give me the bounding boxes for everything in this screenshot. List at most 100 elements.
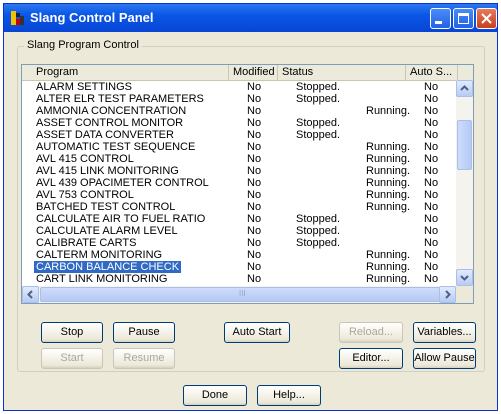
modified-value: No <box>247 93 262 105</box>
column-header-status[interactable]: Status <box>278 65 406 80</box>
arrow-left-icon <box>27 290 33 299</box>
app-icon <box>11 11 24 25</box>
allow-pause-button[interactable]: Allow Pause <box>413 348 476 369</box>
list-item[interactable]: CALCULATE AIR TO FUEL RATIO No Stopped. No <box>22 213 473 225</box>
slang-control-panel-window: Slang Control Panel Slang Program Contro… <box>3 3 498 411</box>
modified-value: No <box>247 141 262 153</box>
modified-value: No <box>247 225 262 237</box>
status-running: Running. <box>366 177 411 189</box>
column-header-program[interactable]: Program <box>22 65 229 80</box>
list-item[interactable]: AVL 753 CONTROL No Running. No <box>22 189 473 201</box>
list-item[interactable]: ASSET DATA CONVERTER No Stopped. No <box>22 129 473 141</box>
modified-value: No <box>247 261 262 273</box>
list-item[interactable]: ASSET CONTROL MONITOR No Stopped. No <box>22 117 473 129</box>
status-running: Running. <box>366 189 411 201</box>
program-name: CARBON BALANCE CHECK <box>34 261 182 273</box>
horizontal-scrollbar[interactable]: III <box>22 286 456 303</box>
list-header: Program Modified Status Auto S... <box>22 65 473 81</box>
auto-start-value: No <box>424 153 439 165</box>
auto-start-value: No <box>424 225 439 237</box>
maximize-icon <box>458 13 469 24</box>
list-item[interactable]: ALARM SETTINGS No Stopped. No <box>22 81 473 93</box>
modified-value: No <box>247 273 262 285</box>
modified-value: No <box>247 213 262 225</box>
auto-start-value: No <box>424 201 439 213</box>
auto-start-value: No <box>424 117 439 129</box>
minimize-button[interactable] <box>430 8 451 29</box>
resume-button[interactable]: Resume <box>113 348 175 369</box>
program-list[interactable]: Program Modified Status Auto S... ALARM … <box>21 64 474 304</box>
status-stopped: Stopped. <box>296 225 341 237</box>
variables-button[interactable]: Variables... <box>413 322 476 343</box>
program-name: BATCHED TEST CONTROL <box>36 201 176 213</box>
list-item[interactable]: CART LINK MONITORING No Running. No <box>22 273 473 285</box>
modified-value: No <box>247 165 262 177</box>
group-label: Slang Program Control <box>24 39 142 51</box>
list-item[interactable]: AVL 439 OPACIMETER CONTROL No Running. No <box>22 177 473 189</box>
stop-button[interactable]: Stop <box>41 322 103 343</box>
status-stopped: Stopped. <box>296 93 341 105</box>
status-running: Running. <box>366 153 411 165</box>
pause-button[interactable]: Pause <box>113 322 175 343</box>
program-name: CART LINK MONITORING <box>36 273 168 285</box>
modified-value: No <box>247 237 262 249</box>
program-name: AVL 753 CONTROL <box>36 189 134 201</box>
list-item[interactable]: AVL 415 CONTROL No Running. No <box>22 153 473 165</box>
auto-start-value: No <box>424 105 439 117</box>
program-name: ASSET DATA CONVERTER <box>36 129 174 141</box>
auto-start-value: No <box>424 189 439 201</box>
modified-value: No <box>247 105 262 117</box>
scroll-down-button[interactable] <box>456 269 473 286</box>
horizontal-scroll-thumb[interactable]: III <box>40 287 448 302</box>
auto-start-value: No <box>424 81 439 93</box>
auto-start-value: No <box>424 249 439 261</box>
status-running: Running. <box>366 141 411 153</box>
list-item[interactable]: BATCHED TEST CONTROL No Running. No <box>22 201 473 213</box>
modified-value: No <box>247 117 262 129</box>
arrow-down-icon <box>460 275 469 281</box>
auto-start-value: No <box>424 213 439 225</box>
help-button[interactable]: Help... <box>257 385 321 406</box>
column-header-auto-start[interactable]: Auto S... <box>406 65 458 80</box>
arrow-up-icon <box>460 85 469 91</box>
scroll-grip: III <box>239 289 246 298</box>
close-button[interactable] <box>476 8 497 29</box>
list-item[interactable]: ALTER ELR TEST PARAMETERS No Stopped. No <box>22 93 473 105</box>
scroll-left-button[interactable] <box>22 286 39 303</box>
auto-start-button[interactable]: Auto Start <box>224 322 290 343</box>
auto-start-value: No <box>424 273 439 285</box>
editor-button[interactable]: Editor... <box>339 348 403 369</box>
auto-start-value: No <box>424 129 439 141</box>
modified-value: No <box>247 201 262 213</box>
window-title: Slang Control Panel <box>30 10 154 25</box>
vertical-scrollbar[interactable] <box>456 80 473 286</box>
status-stopped: Stopped. <box>296 237 341 249</box>
vertical-scroll-thumb[interactable] <box>457 120 472 170</box>
status-running: Running. <box>366 273 411 285</box>
scroll-right-button[interactable] <box>439 286 456 303</box>
scroll-corner <box>456 286 473 303</box>
list-item[interactable]: CARBON BALANCE CHECK No Running. No <box>22 261 473 273</box>
status-stopped: Stopped. <box>296 117 341 129</box>
reload-button[interactable]: Reload... <box>339 322 403 343</box>
modified-value: No <box>247 177 262 189</box>
program-name: CALCULATE AIR TO FUEL RATIO <box>36 213 206 225</box>
auto-start-value: No <box>424 141 439 153</box>
title-bar[interactable]: Slang Control Panel <box>4 4 497 32</box>
scroll-up-button[interactable] <box>456 80 473 97</box>
list-item[interactable]: AMMONIA CONCENTRATION No Running. No <box>22 105 473 117</box>
program-name: CALTERM MONITORING <box>36 249 163 261</box>
start-button[interactable]: Start <box>41 348 103 369</box>
program-name: ALTER ELR TEST PARAMETERS <box>36 93 204 105</box>
done-button[interactable]: Done <box>183 385 247 406</box>
maximize-button[interactable] <box>453 8 474 29</box>
list-item[interactable]: CALIBRATE CARTS No Stopped. No <box>22 237 473 249</box>
program-name: AMMONIA CONCENTRATION <box>36 105 187 117</box>
list-item[interactable]: CALCULATE ALARM LEVEL No Stopped. No <box>22 225 473 237</box>
list-item[interactable]: AUTOMATIC TEST SEQUENCE No Running. No <box>22 141 473 153</box>
column-header-modified[interactable]: Modified <box>229 65 278 80</box>
list-item[interactable]: AVL 415 LINK MONITORING No Running. No <box>22 165 473 177</box>
close-icon <box>481 13 492 24</box>
list-item[interactable]: CALTERM MONITORING No Running. No <box>22 249 473 261</box>
program-name: CALIBRATE CARTS <box>36 237 137 249</box>
